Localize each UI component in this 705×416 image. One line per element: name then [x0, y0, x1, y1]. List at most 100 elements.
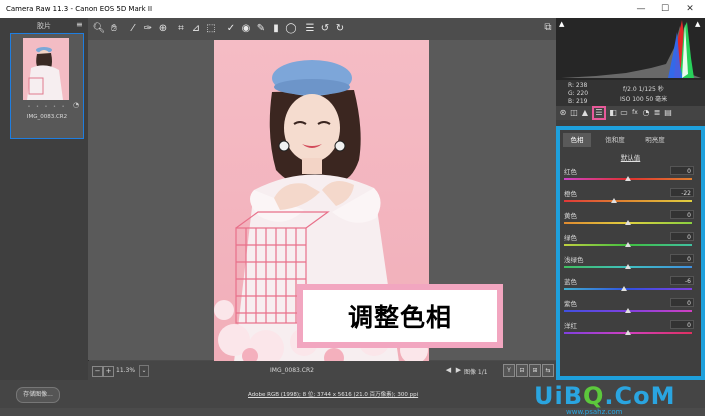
rgb-red-readout: R: 238: [568, 82, 588, 89]
hsl-slider-value-field[interactable]: 0: [670, 210, 694, 219]
save-image-button[interactable]: 存储图像...: [16, 387, 60, 403]
overlay-caption: 调整色相: [297, 284, 503, 348]
white-balance-icon[interactable]: ⁄: [126, 22, 140, 36]
straighten-icon[interactable]: ⊿: [189, 22, 203, 36]
zoom-icon[interactable]: 🔍︎: [92, 22, 106, 36]
next-image-icon[interactable]: ▶: [454, 365, 463, 375]
hsl-slider-knob[interactable]: [625, 242, 631, 247]
red-eye-icon[interactable]: ◉: [239, 22, 253, 36]
hsl-slider-label: 紫色: [564, 300, 577, 308]
prev-image-icon[interactable]: ◀: [444, 365, 453, 375]
hsl-slider-row: 黄色 0: [564, 210, 694, 232]
rotate-ccw-icon[interactable]: ↺: [318, 22, 332, 36]
rotate-cw-icon[interactable]: ↻: [333, 22, 347, 36]
hsl-slider-value-field[interactable]: 0: [670, 298, 694, 307]
histogram-graph-icon: [556, 18, 705, 80]
image-count: 图像 1/1: [464, 369, 488, 376]
watermark-logo: UiBQ.CoM: [534, 382, 676, 410]
thumbnail-image: [23, 38, 69, 100]
tone-curve-icon[interactable]: ◫: [569, 108, 579, 118]
hsl-slider-track[interactable]: [564, 288, 692, 290]
rgb-green-readout: G: 220: [568, 90, 589, 97]
targeted-adjust-icon[interactable]: ⊕: [156, 22, 170, 36]
hsl-subtabs: 色相 饱和度 明亮度: [563, 133, 698, 147]
hsl-slider-value-field[interactable]: 0: [670, 320, 694, 329]
swap-settings-button[interactable]: ⇆: [542, 364, 554, 377]
zoom-dropdown[interactable]: ⌄: [139, 365, 149, 377]
hsl-slider-value-field[interactable]: 0: [670, 166, 694, 175]
close-button[interactable]: ✕: [681, 0, 699, 18]
workflow-options-link[interactable]: Adobe RGB (1998); 8 位; 3744 x 5616 (21.0…: [248, 390, 418, 398]
filmstrip-header: 胶片 ≡: [0, 20, 88, 31]
aperture-shutter: f/2.0 1/125 秒: [623, 86, 664, 93]
view-split-button[interactable]: ⊟: [516, 364, 528, 377]
effects-icon[interactable]: fx: [630, 108, 640, 118]
iso-focal: ISO 100 50 毫米: [620, 96, 668, 103]
hsl-slider-label: 橙色: [564, 190, 577, 198]
adjustment-panel: ▲ ▲ R: 238 G: 220 B: 219 f/2.0 1/125 秒 I…: [556, 18, 705, 380]
calibration-icon[interactable]: ◔: [641, 108, 651, 118]
hsl-slider-value-field[interactable]: 0: [670, 232, 694, 241]
hsl-slider-label: 洋红: [564, 322, 577, 330]
view-grid-button[interactable]: ⊞: [529, 364, 541, 377]
graduated-filter-icon[interactable]: ▮: [269, 22, 283, 36]
hsl-slider-value-field[interactable]: -22: [670, 188, 694, 197]
adjustment-brush-icon[interactable]: ✎: [254, 22, 268, 36]
filmstrip-menu-icon[interactable]: ≡: [76, 20, 83, 29]
zoom-out-button[interactable]: −: [92, 366, 103, 377]
presets-icon[interactable]: ≣: [652, 108, 662, 118]
hsl-slider-knob[interactable]: [625, 330, 631, 335]
hsl-slider-knob[interactable]: [610, 198, 617, 203]
fullscreen-icon[interactable]: ⧉: [542, 22, 554, 36]
filmstrip-thumbnail[interactable]: • • • • • ◔ IMG_0083.CR2: [10, 33, 84, 139]
hsl-slider-row: 蓝色 -6: [564, 276, 694, 298]
hsl-slider-knob[interactable]: [625, 176, 631, 181]
thumbnail-photo-icon: [23, 38, 69, 100]
color-sampler-icon[interactable]: ✑: [141, 22, 155, 36]
shadow-clipping-icon[interactable]: ▲: [559, 20, 564, 28]
hsl-icon[interactable]: ☰: [592, 106, 606, 120]
snapshots-icon[interactable]: ▤: [663, 108, 673, 118]
tab-luminance[interactable]: 明亮度: [639, 133, 671, 147]
before-after-button[interactable]: Y: [503, 364, 515, 377]
hsl-slider-knob[interactable]: [625, 308, 631, 313]
tab-hue[interactable]: 色相: [563, 133, 591, 147]
panel-tabs: ⊛ ◫ ▲ ☰ ◧ ▭ fx ◔ ≣ ▤: [556, 106, 705, 120]
filmstrip-panel: 胶片 ≡ • • • • • ◔ IMG_0083.CR2: [0, 18, 89, 380]
radial-filter-icon[interactable]: ◯: [284, 22, 298, 36]
highlight-clipping-icon[interactable]: ▲: [695, 20, 700, 28]
hsl-slider-knob[interactable]: [621, 286, 628, 291]
default-link[interactable]: 默认值: [560, 152, 701, 162]
hsl-slider-knob[interactable]: [625, 264, 631, 269]
transform-icon[interactable]: ⬚: [204, 22, 218, 36]
maximize-button[interactable]: ☐: [656, 0, 674, 18]
lens-icon[interactable]: ▭: [619, 108, 629, 118]
hsl-slider-value-field[interactable]: -6: [670, 276, 694, 285]
crop-icon[interactable]: ⌗: [174, 22, 188, 36]
hsl-slider-row: 绿色 0: [564, 232, 694, 254]
hsl-slider-label: 黄色: [564, 212, 577, 220]
zoom-in-button[interactable]: +: [103, 366, 114, 377]
basic-icon[interactable]: ⊛: [558, 108, 568, 118]
hand-icon[interactable]: ✋︎: [107, 22, 121, 36]
hsl-slider-value-field[interactable]: 0: [670, 254, 694, 263]
hsl-slider-row: 浅绿色 0: [564, 254, 694, 276]
split-toning-icon[interactable]: ◧: [608, 108, 618, 118]
spot-removal-icon[interactable]: ✓: [224, 22, 238, 36]
watermark-part2: Q: [583, 382, 605, 410]
watermark-part1: UiB: [534, 382, 584, 410]
detail-icon[interactable]: ▲: [580, 108, 590, 118]
tab-saturation[interactable]: 饱和度: [599, 133, 631, 147]
sync-badge-icon: ◔: [73, 101, 80, 109]
hsl-adjust-panel: 色相 饱和度 明亮度 默认值 红色 0 橙色 -22 黄色 0 绿色 0 浅绿色 0 蓝色 -6 紫色 0…: [556, 126, 705, 380]
footer-bar: 存储图像... Adobe RGB (1998); 8 位; 3744 x 56…: [0, 380, 705, 416]
preferences-icon[interactable]: ☰: [303, 22, 317, 36]
minimize-button[interactable]: —: [632, 0, 650, 18]
hsl-slider-knob[interactable]: [625, 220, 631, 225]
rgb-blue-readout: B: 219: [568, 98, 588, 105]
histogram: ▲ ▲: [556, 18, 705, 80]
hsl-slider-label: 蓝色: [564, 278, 577, 286]
hsl-slider-track[interactable]: [564, 200, 692, 202]
hsl-slider-row: 橙色 -22: [564, 188, 694, 210]
watermark-url: www.psahz.com: [566, 408, 623, 416]
